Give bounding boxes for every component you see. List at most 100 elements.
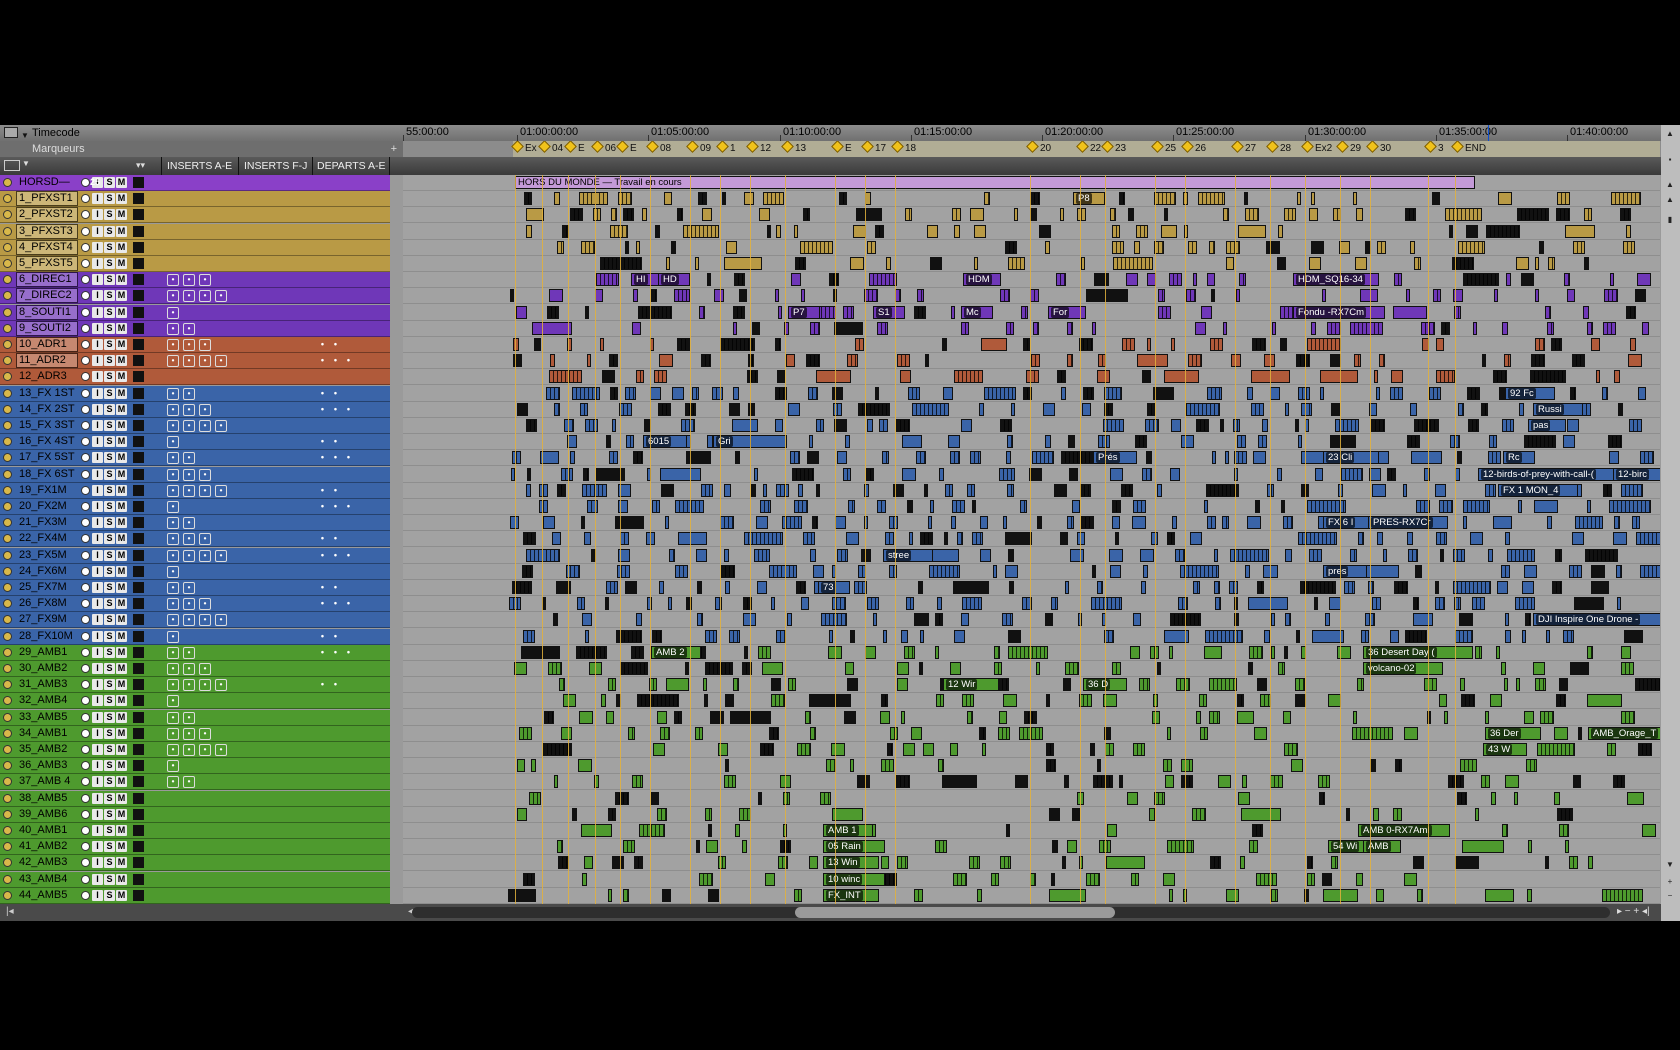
mute-button[interactable]: M [116,712,127,723]
clip[interactable] [661,484,674,497]
clip[interactable] [1387,468,1396,481]
track-row[interactable]: 20_FX2M I S M • • • • [0,499,390,515]
insert-slot[interactable]: • [183,452,195,464]
clip[interactable] [563,694,576,707]
marker[interactable]: 30 [1366,141,1391,156]
clip[interactable] [806,354,820,367]
clip[interactable] [1574,597,1604,610]
record-enable-icon[interactable] [81,470,90,479]
clip[interactable] [1377,241,1386,254]
clip[interactable] [697,581,702,594]
clip[interactable] [848,500,855,513]
clip[interactable] [1036,662,1040,675]
clip[interactable] [1627,792,1644,805]
clip[interactable] [1319,792,1325,805]
clip[interactable] [930,257,942,270]
clip[interactable]: PRES-RX7Cr [1368,516,1448,529]
send-slots[interactable]: • • • [318,598,357,609]
track-name[interactable]: 29_AMB1 [17,646,77,659]
clip[interactable] [999,468,1015,481]
clip[interactable] [578,759,592,772]
input-monitor-button[interactable]: I [92,533,103,544]
insert-slot[interactable]: • [183,339,195,351]
track-expand-icon[interactable] [3,194,12,203]
insert-slots[interactable]: • • • [167,274,215,286]
clip[interactable] [1546,630,1550,643]
clip[interactable] [920,630,924,643]
clip[interactable] [549,289,563,302]
clip[interactable] [714,289,724,302]
clip[interactable] [532,322,572,335]
send-slot[interactable]: • [344,452,353,463]
clip[interactable] [1164,208,1168,221]
track-row[interactable]: 19_FX1M I S M • • • • • • [0,483,390,499]
mute-button[interactable]: M [116,598,127,609]
track-row[interactable]: 36_AMB3 I S M • [0,758,390,774]
input-monitor-button[interactable]: I [92,598,103,609]
clip[interactable] [1110,565,1121,578]
insert-slot[interactable]: • [183,679,195,691]
track-lane[interactable]: FX 6 I PRES-RX7Cr [403,515,1660,531]
clip[interactable] [1083,387,1094,400]
clip[interactable] [1455,630,1473,643]
clip[interactable] [907,500,913,513]
insert-slot[interactable]: • [167,582,179,594]
mute-button[interactable]: M [116,323,127,334]
clip[interactable] [1335,419,1359,432]
record-enable-icon[interactable] [81,389,90,398]
clip[interactable] [721,565,735,578]
clip[interactable] [936,694,944,707]
track-expand-icon[interactable] [3,405,12,414]
track-row[interactable]: 13_FX 1ST I S M • • • • [0,386,390,402]
clip[interactable] [1222,516,1229,529]
clip[interactable] [1352,727,1393,740]
clip[interactable] [1072,808,1080,821]
track-lane[interactable]: 05 Rain 54 Wi AMB [403,839,1660,855]
send-slots[interactable]: • • [318,631,344,642]
clip[interactable] [1005,532,1032,545]
clip[interactable] [1112,662,1121,675]
track-lane[interactable]: Russi [403,402,1660,418]
clip[interactable] [1236,289,1240,302]
clip[interactable] [1467,387,1480,400]
marker[interactable]: 22 [1076,141,1101,156]
clip[interactable] [1525,613,1531,626]
clip[interactable] [1154,192,1176,205]
track-lane[interactable] [403,207,1660,223]
clip[interactable] [847,678,858,691]
clip[interactable] [1103,419,1124,432]
clip[interactable] [1229,581,1238,594]
clip[interactable] [554,192,560,205]
clip[interactable] [1555,549,1562,562]
clip[interactable] [1046,743,1054,756]
clip[interactable] [739,289,747,302]
input-monitor-button[interactable]: I [92,452,103,463]
insert-slot[interactable]: • [183,776,195,788]
clip[interactable] [796,581,806,594]
clip[interactable] [523,873,535,886]
clip[interactable] [1372,484,1386,497]
insert-slot[interactable]: • [167,501,179,513]
clip[interactable] [1098,435,1110,448]
clip[interactable] [1413,597,1419,610]
send-slot[interactable]: • [318,533,327,544]
track-row[interactable]: 42_AMB3 I S M [0,855,390,871]
clip[interactable] [662,889,671,902]
clip[interactable] [1003,516,1007,529]
clip[interactable] [754,549,770,562]
track-row[interactable]: 41_AMB2 I S M [0,839,390,855]
clip[interactable] [937,597,942,610]
track-expand-icon[interactable] [3,178,12,187]
clip[interactable]: 05 Rain [823,840,885,853]
clip[interactable] [1395,759,1402,772]
clip[interactable] [1567,289,1575,302]
clip[interactable]: FX 1 MON_4 [1498,484,1578,497]
clip[interactable] [834,322,863,335]
mute-button[interactable]: M [116,339,127,350]
clip[interactable] [1171,419,1181,432]
insert-slot[interactable]: • [167,647,179,659]
clip[interactable] [702,208,712,221]
clip[interactable] [1565,225,1595,238]
mute-button[interactable]: M [116,582,127,593]
track-name[interactable]: 44_AMB5 [17,889,77,902]
